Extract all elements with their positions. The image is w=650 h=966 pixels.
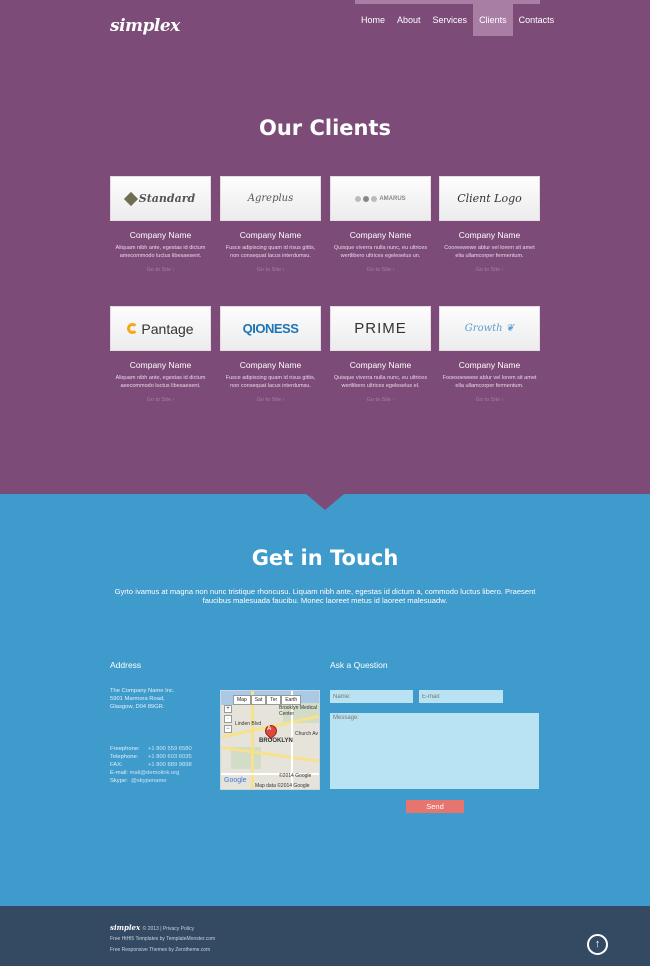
client-link[interactable]: Go to Site › [330,267,431,273]
contact-title: Get in Touch [251,546,399,570]
client-name: Company Name [239,230,302,240]
client-name: Company Name [129,230,192,240]
footer-copyright[interactable]: © 2013 | Privacy Policy [143,926,194,932]
client-desc: Cooreewewe ablur vel lorem sit amet elia… [444,245,535,259]
client-logo[interactable]: Client Logo [439,176,540,221]
client-link[interactable]: Go to Site › [220,267,321,273]
zoom-out-icon[interactable]: − [224,725,232,733]
contact-row: E-mail: mail@demolink.org [110,769,180,777]
client-card: Growth ❦ Company Name Fooesoeweew ablur … [439,306,540,403]
contact-row: Freephone: +1 800 559 6580 [110,746,192,752]
question-heading: Ask a Question [330,660,388,670]
contact-row: Telephone: +1 800 603 6035 [110,754,192,760]
arrow-up-circle-icon[interactable]: ↑ [587,934,608,955]
client-link[interactable]: Go to Site › [330,397,431,403]
nav-home[interactable]: Home [355,4,391,36]
map-button[interactable]: Map [233,695,251,705]
client-link[interactable]: Go to Site › [110,397,211,403]
map-type-buttons: Map Sat Ter Earth [233,695,302,705]
client-desc: Fusce adipiscing quam id risus gittis, n… [225,245,316,259]
client-logo[interactable]: Agreplus [220,176,321,221]
nav-contacts[interactable]: Contacts [513,4,561,36]
client-link[interactable]: Go to Site › [110,267,211,273]
client-name: Company Name [129,360,192,370]
email-field[interactable] [419,690,503,703]
client-desc: Quisque viverra nulla nunc, eu ultrices … [333,375,428,389]
client-card: AMARUS Company Name Quisque viverra null… [330,176,431,273]
client-card: PRIME Company Name Quisque viverra nulla… [330,306,431,403]
footer-templates-link[interactable]: Free HtHl5 Templates by TemplateMonster.… [110,936,215,942]
leaf-icon: ❦ [505,323,515,334]
google-map[interactable]: Map Sat Ter Earth + · − Brooklyn Medical… [220,690,320,790]
client-card: Agreplus Company Name Fusce adipiscing q… [220,176,321,273]
client-logo[interactable]: Pantage [110,306,211,351]
client-logo[interactable]: QIONESS [220,306,321,351]
nav-about[interactable]: About [391,4,427,36]
client-desc: Aliquam nibh ante, egestas id dictum ame… [115,245,206,259]
standard-logo-mark-icon [123,191,138,206]
client-name: Company Name [349,360,412,370]
address-heading: Address [110,660,142,670]
footer: simplex © 2013 | Privacy Policy Free HtH… [0,906,650,966]
zoom-in-icon[interactable]: + [224,705,232,713]
client-desc: Aliquam nibh ante, egestas id dictum aee… [115,375,206,389]
client-card: Pantage Company Name Aliquam nibh ante, … [110,306,211,403]
circle-icon [363,195,370,202]
client-card: Standard Company Name Aliquam nibh ante,… [110,176,211,273]
ter-button[interactable]: Ter [266,695,282,705]
client-link[interactable]: Go to Site › [439,267,540,273]
site-logo[interactable]: simplex [110,16,180,36]
email-link[interactable]: mail@demolink.org [130,769,180,777]
client-name: Company Name [239,360,302,370]
contact-list: Freephone: +1 800 559 6580 Telephone: +1 8… [110,745,192,785]
client-card: QIONESS Company Name Fusce adipiscing qu… [220,306,321,403]
client-logo[interactable]: AMARUS [330,176,431,221]
client-name: Company Name [349,230,412,240]
client-name: Company Name [458,230,521,240]
client-logo[interactable]: PRIME [330,306,431,351]
ring-logo-icon [127,323,139,334]
earth-button[interactable]: Earth [281,695,302,705]
client-link[interactable]: Go to Site › [439,397,540,403]
circle-icon [355,195,362,202]
name-field[interactable] [330,690,413,703]
client-card: Client Logo Company Name Cooreewewe ablu… [439,176,540,273]
map-zoom-controls: + · − [224,705,232,733]
clients-title: Our Clients [258,116,391,140]
clients-section: simplex Home About Services Clients Cont… [0,0,650,494]
client-desc: Fooesoeweew ablur vel lorem sit amet ell… [442,375,537,389]
pan-icon[interactable]: · [224,715,232,723]
nav-services[interactable]: Services [427,4,474,36]
client-name: Company Name [458,360,521,370]
contact-row: FAX: +1 800 889 9898 [110,762,192,768]
client-logo[interactable]: Standard [110,176,211,221]
client-link[interactable]: Go to Site › [220,397,321,403]
main-nav: Home About Services Clients Contacts [355,4,560,36]
client-desc: Quisque viverra nulla nunc, eu ultrices … [333,245,428,259]
client-desc: Fusce adipiscing quam id risus gittis, n… [225,375,316,389]
google-logo: Google [224,777,247,784]
skype-link[interactable]: @skypename [131,777,167,785]
contact-row: Skype: @skypename [110,777,167,785]
circle-icon [371,195,378,202]
section-pointer [306,494,344,510]
nav-clients[interactable]: Clients [473,4,513,36]
client-logo[interactable]: Growth ❦ [439,306,540,351]
address-block: The Company Name Inc. 5901 Marmora Road,… [110,688,175,710]
contact-intro: Gyrto ivamus at magna non nunc tristique… [114,587,536,605]
sat-button[interactable]: Sat [250,695,267,705]
send-button[interactable]: Send [406,800,464,813]
footer-themes-link[interactable]: Free Responsive Themes by Zerotheme.com [110,947,210,953]
message-field[interactable] [330,713,539,789]
footer-logo: simplex © 2013 | Privacy Policy [110,923,195,932]
